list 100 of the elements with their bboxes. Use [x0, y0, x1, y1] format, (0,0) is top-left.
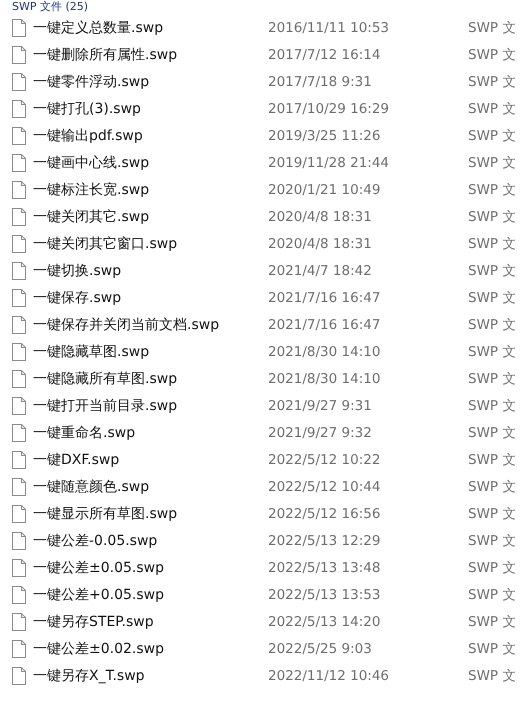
file-name[interactable]: 一键打开当前目录.swp	[33, 396, 268, 414]
file-name[interactable]: 一键标注长宽.swp	[33, 180, 268, 198]
file-name[interactable]: 一键重命名.swp	[33, 424, 268, 442]
file-type: SWP 文	[468, 288, 516, 306]
file-type: SWP 文	[468, 180, 516, 198]
modified-date: 2022/5/12 16:56	[268, 506, 382, 522]
file-icon	[12, 126, 26, 144]
file-name[interactable]: 一键切换.swp	[33, 262, 268, 280]
file-icon	[12, 46, 26, 64]
modified-date: 2021/9/27 9:32	[268, 424, 373, 440]
file-name[interactable]: 一键公差+0.05.swp	[33, 586, 268, 604]
file-name[interactable]: 一键关闭其它窗口.swp	[33, 234, 268, 252]
file-icon	[12, 586, 26, 604]
modified-date: 2020/4/8 18:31	[268, 236, 373, 252]
modified-date: 2017/7/12 16:14	[268, 46, 382, 62]
file-icon	[12, 316, 26, 334]
modified-date: 2017/7/18 9:31	[268, 74, 373, 90]
modified-date: 2019/3/25 11:26	[268, 128, 382, 144]
modified-date: 2020/1/21 10:49	[268, 182, 382, 198]
file-icon	[12, 450, 26, 468]
file-name[interactable]: 一键公差±0.02.swp	[33, 640, 268, 658]
modified-date: 2020/4/8 18:31	[268, 208, 373, 224]
file-type: SWP 文	[468, 342, 516, 360]
file-type: SWP 文	[468, 586, 516, 604]
modified-date: 2021/8/30 14:10	[268, 344, 382, 360]
file-name[interactable]: 一键零件浮动.swp	[33, 72, 268, 90]
file-type: SWP 文	[468, 208, 516, 226]
file-icon	[12, 558, 26, 576]
file-name[interactable]: 一键公差-0.05.swp	[33, 532, 268, 550]
file-icon	[12, 640, 26, 658]
file-icon	[12, 370, 26, 388]
file-icon	[12, 424, 26, 442]
file-type: SWP 文	[468, 262, 516, 280]
file-type: SWP 文	[468, 450, 516, 468]
file-name[interactable]: 一键隐藏所有草图.swp	[33, 370, 268, 388]
file-type: SWP 文	[468, 370, 516, 388]
file-name[interactable]: 一键画中心线.swp	[33, 154, 268, 172]
file-type: SWP 文	[468, 666, 516, 684]
file-icon	[12, 262, 26, 280]
modified-date: 2022/11/12 10:46	[268, 668, 390, 684]
file-name[interactable]: 一键另存STEP.swp	[33, 612, 268, 630]
file-icon	[12, 154, 26, 172]
file-icon	[12, 666, 26, 684]
file-icon	[12, 72, 26, 90]
modified-date: 2021/7/16 16:47	[268, 290, 382, 306]
file-type: SWP 文	[468, 72, 516, 90]
file-type: SWP 文	[468, 126, 516, 144]
file-type: SWP 文	[468, 396, 516, 414]
file-icon	[12, 532, 26, 550]
file-name[interactable]: 一键显示所有草图.swp	[33, 504, 268, 522]
modified-date: 2021/4/7 18:42	[268, 262, 373, 278]
file-type: SWP 文	[468, 316, 516, 334]
file-name[interactable]: 一键随意颜色.swp	[33, 478, 268, 496]
file-type: SWP 文	[468, 640, 516, 658]
file-icon	[12, 180, 26, 198]
modified-date: 2021/9/27 9:31	[268, 398, 373, 414]
modified-date: 2019/11/28 21:44	[268, 154, 390, 170]
file-type: SWP 文	[468, 558, 516, 576]
file-type: SWP 文	[468, 504, 516, 522]
file-icon	[12, 396, 26, 414]
file-icon	[12, 18, 26, 36]
group-header[interactable]: SWP 文件 (25)	[0, 0, 521, 13]
file-name[interactable]: 一键关闭其它.swp	[33, 208, 268, 226]
modified-date: 2021/8/30 14:10	[268, 370, 382, 386]
file-type: SWP 文	[468, 18, 516, 36]
file-type: SWP 文	[468, 234, 516, 252]
file-icon	[12, 234, 26, 252]
modified-date: 2022/5/13 14:20	[268, 614, 382, 630]
file-name[interactable]: 一键定义总数量.swp	[33, 18, 268, 36]
file-name[interactable]: 一键公差±0.05.swp	[33, 558, 268, 576]
file-type: SWP 文	[468, 46, 516, 64]
modified-date: 2017/10/29 16:29	[268, 100, 390, 116]
modified-date: 2022/5/13 12:29	[268, 532, 382, 548]
file-type: SWP 文	[468, 532, 516, 550]
file-icon	[12, 100, 26, 118]
file-icon	[12, 208, 26, 226]
file-icon	[12, 342, 26, 360]
file-icon	[12, 288, 26, 306]
file-icon	[12, 612, 26, 630]
modified-date: 2022/5/13 13:48	[268, 560, 382, 576]
modified-date: 2021/7/16 16:47	[268, 316, 382, 332]
file-type: SWP 文	[468, 100, 516, 118]
file-icon	[12, 504, 26, 522]
modified-date: 2022/5/12 10:44	[268, 478, 382, 494]
modified-date: 2022/5/12 10:22	[268, 452, 382, 468]
file-type: SWP 文	[468, 478, 516, 496]
modified-date: 2022/5/25 9:03	[268, 640, 373, 656]
file-name[interactable]: 一键隐藏草图.swp	[33, 342, 268, 360]
modified-date: 2016/11/11 10:53	[268, 20, 390, 36]
file-type: SWP 文	[468, 424, 516, 442]
file-name[interactable]: 一键打孔(3).swp	[33, 100, 268, 118]
file-name[interactable]: 一键另存X_T.swp	[33, 666, 268, 684]
file-type: SWP 文	[468, 154, 516, 172]
file-type: SWP 文	[468, 612, 516, 630]
file-name[interactable]: 一键保存并关闭当前文档.swp	[33, 316, 268, 334]
file-name[interactable]: 一键DXF.swp	[33, 450, 268, 468]
file-name[interactable]: 一键保存.swp	[33, 288, 268, 306]
file-icon	[12, 478, 26, 496]
file-name[interactable]: 一键输出pdf.swp	[33, 126, 268, 144]
file-name[interactable]: 一键删除所有属性.swp	[33, 46, 268, 64]
